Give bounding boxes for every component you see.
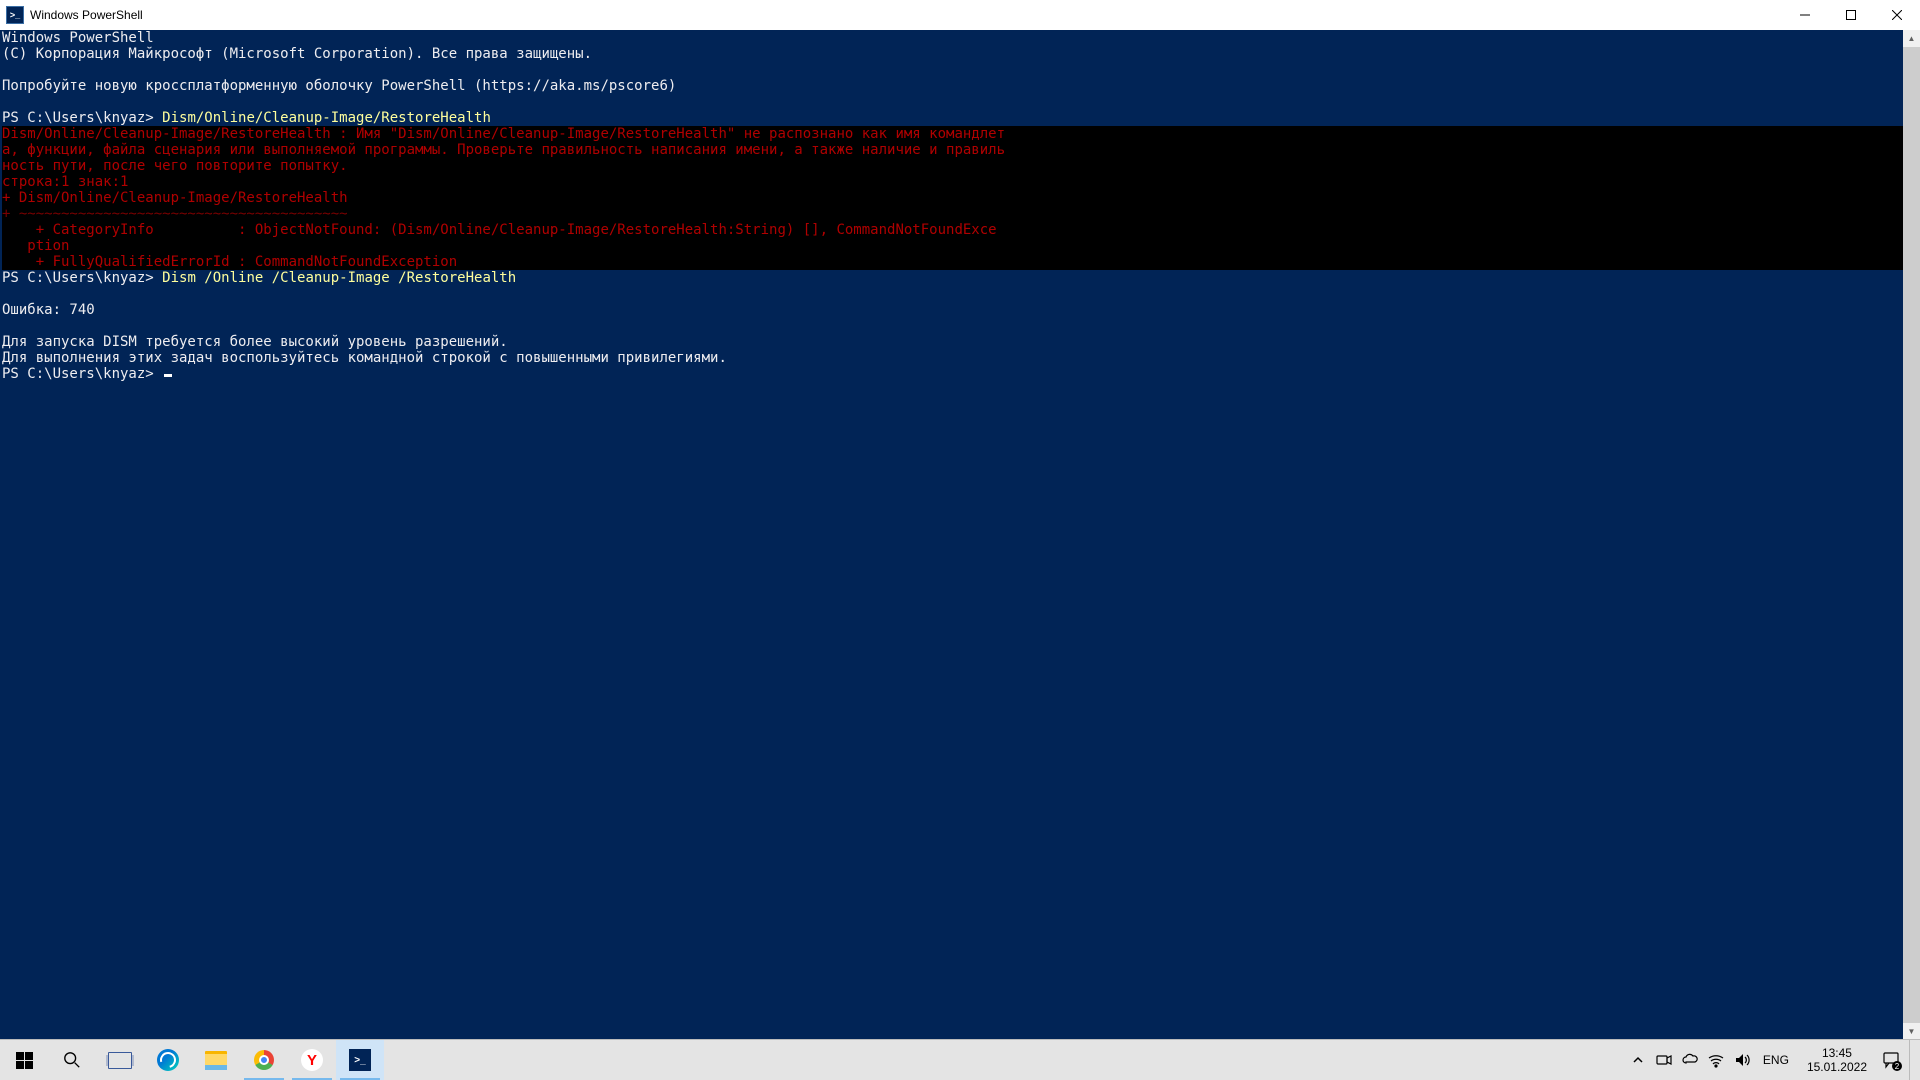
close-button[interactable] — [1874, 0, 1920, 30]
clock[interactable]: 13:45 15.01.2022 — [1801, 1046, 1873, 1074]
terminal-line: Ошибка: 740 — [2, 302, 95, 318]
error-block: Dism/Online/Cleanup-Image/RestoreHealth … — [2, 126, 1918, 270]
scroll-down-button[interactable]: ▼ — [1903, 1023, 1920, 1040]
taskbar-powershell[interactable]: >_ — [336, 1040, 384, 1080]
taskbar-left: Y >_ — [0, 1040, 384, 1080]
task-view-icon — [108, 1052, 132, 1069]
error-line: + FullyQualifiedErrorId : CommandNotFoun… — [2, 254, 457, 270]
chrome-icon — [254, 1050, 274, 1070]
taskbar-chrome[interactable] — [240, 1040, 288, 1080]
powershell-icon: >_ — [349, 1049, 371, 1071]
scroll-thumb[interactable] — [1903, 47, 1920, 1023]
taskbar-right: ENG 13:45 15.01.2022 2 — [1629, 1040, 1920, 1080]
yandex-icon: Y — [301, 1049, 323, 1071]
prompt: PS C:\Users\knyaz> — [2, 366, 162, 382]
scrollbar[interactable]: ▲ ▼ — [1903, 30, 1920, 1040]
clock-time: 13:45 — [1807, 1046, 1867, 1060]
edge-icon — [157, 1049, 179, 1071]
terminal-output[interactable]: Windows PowerShell (C) Корпорация Майкро… — [0, 30, 1920, 1040]
error-line: ption — [2, 238, 69, 254]
window-titlebar: >_ Windows PowerShell — [0, 0, 1920, 31]
error-line: Dism/Online/Cleanup-Image/RestoreHealth … — [2, 126, 1005, 142]
terminal-line: Попробуйте новую кроссплатформенную обол… — [2, 78, 676, 94]
notification-badge: 2 — [1892, 1061, 1902, 1071]
clock-date: 15.01.2022 — [1807, 1060, 1867, 1074]
window-title: Windows PowerShell — [30, 8, 143, 22]
cursor — [164, 374, 172, 377]
task-view-button[interactable] — [96, 1040, 144, 1080]
prompt: PS C:\Users\knyaz> — [2, 270, 162, 286]
onedrive-icon[interactable] — [1681, 1051, 1699, 1069]
terminal-line: Для выполнения этих задач воспользуйтесь… — [2, 350, 727, 366]
error-line: + Dism/Online/Cleanup-Image/RestoreHealt… — [2, 190, 348, 206]
error-line: ность пути, после чего повторите попытку… — [2, 158, 348, 174]
error-line: + ~~~~~~~~~~~~~~~~~~~~~~~~~~~~~~~~~~~~~~… — [2, 206, 348, 222]
volume-icon[interactable] — [1733, 1051, 1751, 1069]
powershell-icon: >_ — [6, 6, 24, 24]
titlebar-left: >_ Windows PowerShell — [0, 6, 143, 24]
scroll-up-button[interactable]: ▲ — [1903, 30, 1920, 47]
tray-overflow-button[interactable] — [1629, 1051, 1647, 1069]
window-controls — [1782, 0, 1920, 30]
folder-icon — [205, 1051, 227, 1070]
language-indicator[interactable]: ENG — [1759, 1053, 1793, 1067]
maximize-button[interactable] — [1828, 0, 1874, 30]
wifi-icon[interactable] — [1707, 1051, 1725, 1069]
prompt: PS C:\Users\knyaz> — [2, 110, 162, 126]
search-button[interactable] — [48, 1040, 96, 1080]
taskbar-edge[interactable] — [144, 1040, 192, 1080]
show-desktop-button[interactable] — [1909, 1040, 1916, 1080]
terminal-line: (C) Корпорация Майкрософт (Microsoft Cor… — [2, 46, 592, 62]
terminal-line: Windows PowerShell — [2, 30, 154, 46]
terminal-line: Для запуска DISM требуется более высокий… — [2, 334, 508, 350]
command-text: Dism/Online/Cleanup-Image/RestoreHealth — [162, 110, 491, 126]
command-text: Dism /Online /Cleanup-Image /RestoreHeal… — [162, 270, 516, 286]
error-line: строка:1 знак:1 — [2, 174, 128, 190]
action-center-button[interactable]: 2 — [1881, 1050, 1901, 1070]
taskbar-yandex[interactable]: Y — [288, 1040, 336, 1080]
taskbar-file-explorer[interactable] — [192, 1040, 240, 1080]
meet-now-icon[interactable] — [1655, 1051, 1673, 1069]
error-line: + CategoryInfo : ObjectNotFound: (Dism/O… — [2, 222, 997, 238]
error-line: а, функции, файла сценария или выполняем… — [2, 142, 1005, 158]
start-button[interactable] — [0, 1040, 48, 1080]
taskbar: Y >_ ENG 13:45 15.01.2022 2 — [0, 1039, 1920, 1080]
minimize-button[interactable] — [1782, 0, 1828, 30]
